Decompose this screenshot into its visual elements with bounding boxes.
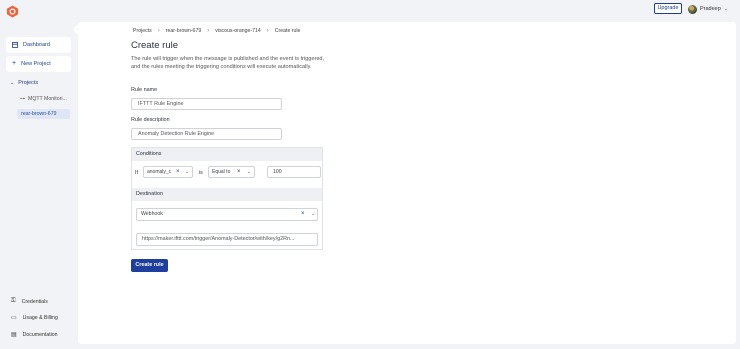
sidebar-item-label: Documentation (22, 331, 58, 338)
chevron-right-icon: › (207, 28, 210, 34)
threshold-input[interactable]: 100 (267, 166, 321, 178)
operator-select[interactable]: Equal to × ⌄ (208, 166, 255, 178)
chevron-right-icon: › (157, 28, 160, 34)
sidebar-item-label: Credentials (21, 298, 48, 305)
user-menu[interactable]: Pradeep ⌄ (688, 3, 728, 15)
sidebar-item-label: Usage & Billing (22, 314, 58, 321)
chevron-down-icon: ⌄ (184, 169, 189, 175)
sidebar-item-label: MQTT Monitori... (28, 96, 67, 102)
breadcrumb-projects[interactable]: Projects (133, 28, 152, 34)
destination-value: Webhook (141, 211, 163, 217)
operator-value: Equal to (212, 169, 231, 175)
destination-select[interactable]: Webhook × ⌄ (136, 208, 318, 221)
network-icon: ⊶ (20, 96, 25, 102)
rule-name-label: Rule name (131, 87, 158, 93)
chevron-down-icon: ⌄ (10, 80, 15, 86)
chevron-right-icon: › (266, 28, 269, 34)
upgrade-button[interactable]: Upgrade (654, 3, 682, 14)
webhook-url-input[interactable]: https://maker.ifttt.com/trigger/Anomaly-… (136, 233, 318, 246)
app-logo-icon[interactable] (6, 5, 19, 18)
breadcrumb-device[interactable]: viscous-orange-714 (215, 28, 261, 34)
sidebar-item-projects[interactable]: ⌄ Projects (10, 80, 38, 86)
key-icon: ⚿ (11, 298, 16, 304)
avatar (688, 4, 697, 14)
dashboard-icon (12, 42, 18, 48)
sidebar-item-label: Projects (18, 80, 39, 86)
rule-name-input[interactable]: IFTTT Rule Engine (131, 98, 282, 110)
condition-row: If anomaly_c × ⌄ is Equal to × ⌄ 100 (132, 164, 322, 181)
sidebar: Dashboard + New Project ‹ ⌄ Projects ⊶ M… (0, 22, 83, 349)
breadcrumb: Projects › rear-brown-679 › viscous-oran… (133, 28, 300, 34)
destination-header: Destination (132, 188, 322, 201)
clear-icon[interactable]: × (176, 167, 180, 177)
card-icon: ▭ (11, 315, 17, 321)
sidebar-item-project[interactable]: ⊶ MQTT Monitori... (20, 96, 67, 102)
page-description: The rule will trigger when the message i… (131, 56, 325, 70)
is-label: is (199, 170, 203, 176)
rule-description-label: Rule description (131, 117, 170, 123)
sidebar-item-label: Dashboard (23, 42, 50, 48)
main-content: Projects › rear-brown-679 › viscous-oran… (78, 22, 736, 344)
user-name: Pradeep (700, 6, 721, 12)
top-bar: Upgrade Pradeep ⌄ (0, 0, 740, 22)
sidebar-item-usage[interactable]: ▭ Usage & Billing (11, 314, 58, 322)
conditions-header: Conditions (132, 148, 322, 161)
chevron-down-icon: ⌄ (311, 211, 316, 217)
breadcrumb-current: Create rule (274, 28, 301, 34)
clear-icon[interactable]: × (237, 167, 241, 177)
breadcrumb-project[interactable]: rear-brown-679 (166, 28, 201, 34)
field-select[interactable]: anomaly_c × ⌄ (143, 166, 193, 178)
new-project-button[interactable]: + New Project (6, 56, 71, 72)
sidebar-item-label: New Project (21, 61, 51, 67)
sidebar-item-project-active[interactable]: rear-brown-679 (17, 109, 70, 119)
sidebar-item-credentials[interactable]: ⚿ Credentials (11, 298, 48, 305)
rule-config-panel: Conditions If anomaly_c × ⌄ is Equal to … (131, 147, 323, 250)
sidebar-item-label: rear-brown-679 (21, 111, 57, 117)
create-rule-button[interactable]: Create rule (131, 259, 168, 272)
rule-description-input[interactable]: Anomaly Detection Rule Engine (131, 128, 282, 140)
sidebar-item-docs[interactable]: ▤ Documentation (11, 331, 58, 339)
field-value: anomaly_c (147, 169, 172, 175)
plus-icon: + (12, 60, 17, 67)
page-title: Create rule (131, 40, 178, 51)
if-label: If (135, 170, 138, 176)
chevron-down-icon: ⌄ (723, 6, 728, 12)
sidebar-item-dashboard[interactable]: Dashboard (6, 37, 71, 53)
chevron-down-icon: ⌄ (246, 169, 251, 175)
document-icon: ▤ (11, 332, 17, 338)
clear-icon[interactable]: × (301, 209, 305, 220)
